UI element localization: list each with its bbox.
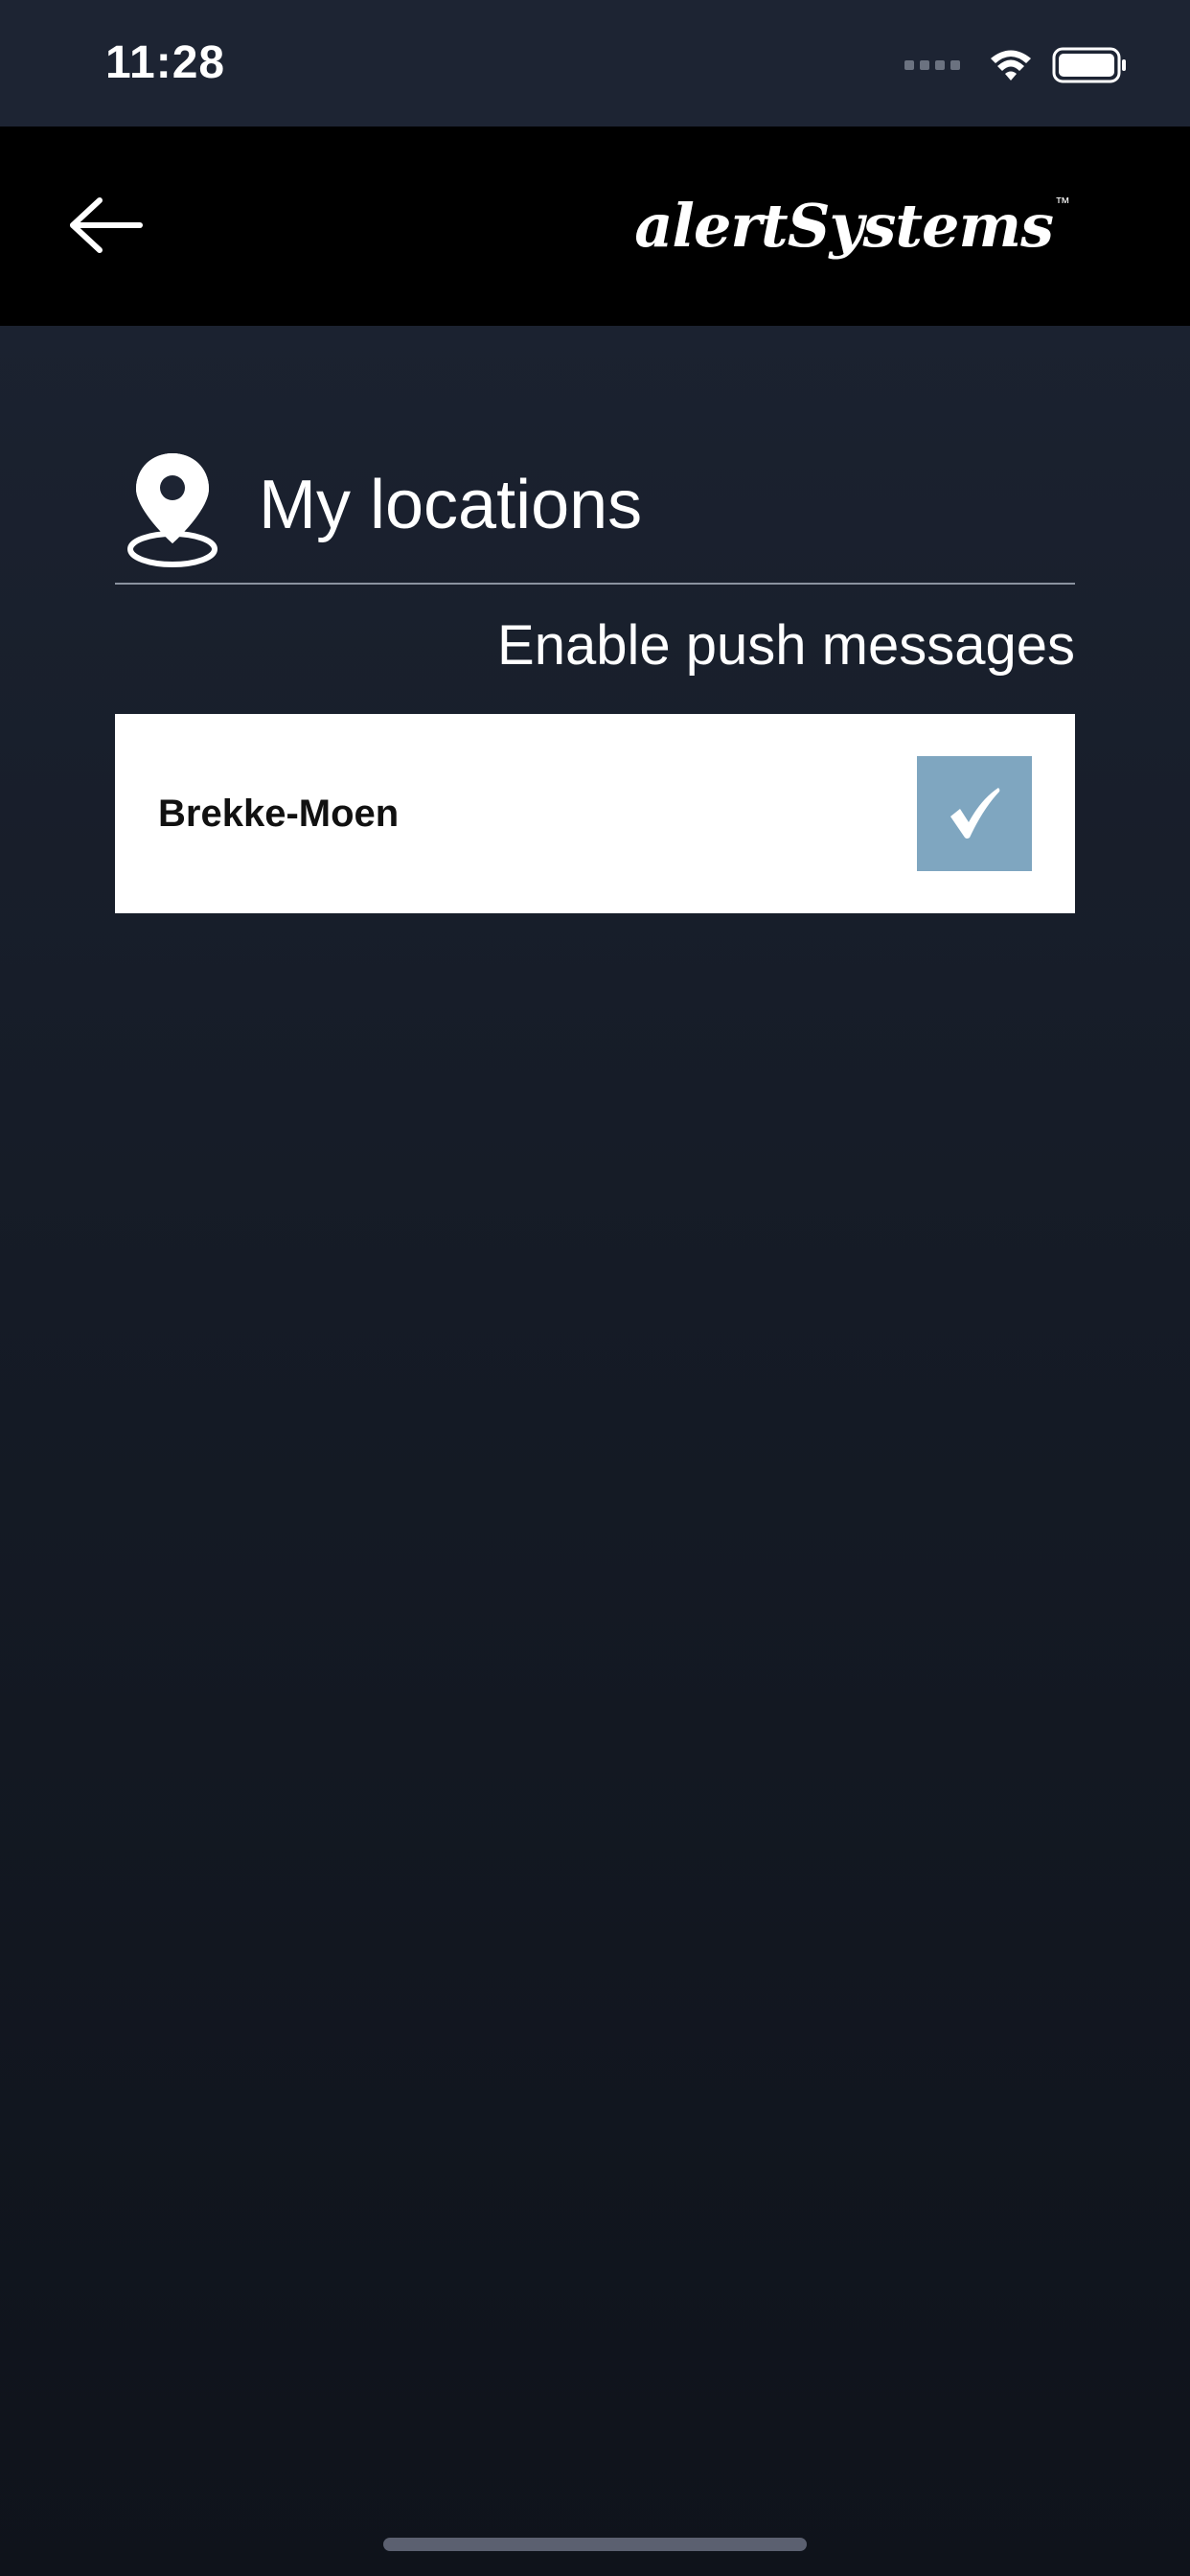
logo-text: alertSystems <box>634 190 1054 261</box>
push-messages-label: Enable push messages <box>497 614 1075 677</box>
battery-icon <box>1052 47 1126 83</box>
back-button[interactable] <box>57 182 153 268</box>
location-pin-icon <box>125 449 220 569</box>
page-title: My locations <box>259 466 643 543</box>
location-row[interactable]: Brekke-Moen <box>115 714 1075 913</box>
logo-trademark: ™ <box>1055 196 1070 212</box>
status-time: 11:28 <box>105 37 226 88</box>
location-name: Brekke-Moen <box>158 792 400 835</box>
home-indicator <box>383 2538 807 2551</box>
alert-systems-logo: alertSystems ™ <box>634 182 1070 268</box>
status-bar: 11:28 <box>0 0 1190 126</box>
push-enabled-checkbox[interactable] <box>917 756 1032 871</box>
app-bar: alertSystems ™ <box>0 126 1190 326</box>
signal-icon <box>904 60 960 70</box>
arrow-left-icon <box>70 197 143 253</box>
section-header: My locations <box>115 436 1075 585</box>
checkmark-icon <box>950 788 1000 839</box>
wifi-icon <box>991 50 1031 80</box>
status-icons <box>904 42 1129 88</box>
